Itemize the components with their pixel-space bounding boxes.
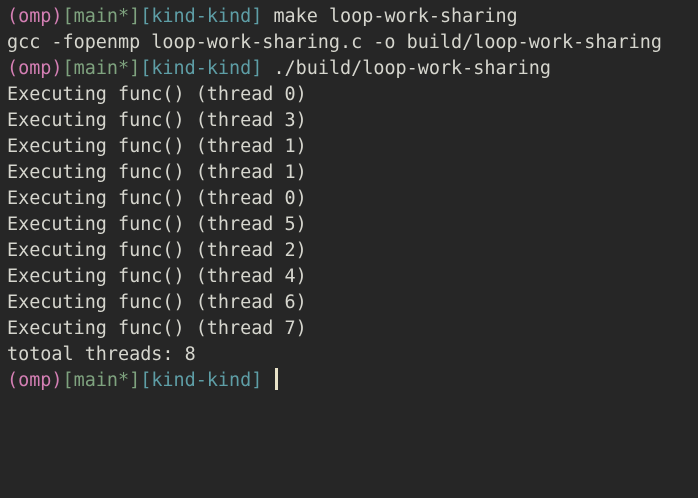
prompt-line: (omp)[main*][kind-kind] ./build/loop-wor… [7, 56, 698, 82]
prompt-context: [kind-kind] [140, 370, 263, 391]
prompt-context: [kind-kind] [140, 58, 263, 79]
prompt-env: (omp) [7, 58, 63, 79]
output-line: Executing func() (thread 1) [7, 162, 307, 183]
output-line: Executing func() (thread 0) [7, 84, 307, 105]
terminal[interactable]: (omp)[main*][kind-kind] make loop-work-s… [0, 0, 698, 394]
output-line: Executing func() (thread 4) [7, 266, 307, 287]
output-line: Executing func() (thread 7) [7, 318, 307, 339]
prompt-line: (omp)[main*][kind-kind] [7, 368, 698, 394]
command-text: make loop-work-sharing [273, 6, 518, 27]
prompt-line: (omp)[main*][kind-kind] make loop-work-s… [7, 4, 698, 30]
prompt-context: [kind-kind] [140, 6, 263, 27]
prompt-branch: [main*] [62, 6, 141, 27]
output-line: totoal threads: 8 [7, 344, 196, 365]
prompt-env: (omp) [7, 6, 63, 27]
output-line: Executing func() (thread 6) [7, 292, 307, 313]
output-line: Executing func() (thread 1) [7, 136, 307, 157]
prompt-env: (omp) [7, 370, 63, 391]
output-line: gcc -fopenmp loop-work-sharing.c -o buil… [7, 32, 662, 53]
output-line: Executing func() (thread 3) [7, 110, 307, 131]
prompt-branch: [main*] [62, 370, 141, 391]
output-line: Executing func() (thread 0) [7, 188, 307, 209]
output-line: Executing func() (thread 5) [7, 214, 307, 235]
command-text: ./build/loop-work-sharing [273, 58, 551, 79]
output-line: Executing func() (thread 2) [7, 240, 307, 261]
text-cursor[interactable] [275, 368, 279, 390]
prompt-branch: [main*] [62, 58, 141, 79]
